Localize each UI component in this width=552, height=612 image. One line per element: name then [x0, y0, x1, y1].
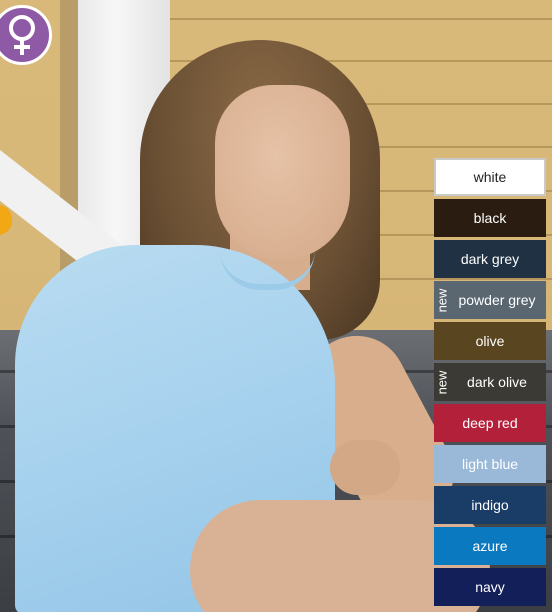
female-symbol-icon	[9, 15, 35, 55]
color-swatch-dark-olive[interactable]: new dark olive	[434, 363, 546, 401]
swatch-label: light blue	[461, 456, 519, 472]
swatch-label: indigo	[471, 497, 509, 513]
color-swatch-olive[interactable]: olive	[434, 322, 546, 360]
swatch-label: deep red	[462, 415, 518, 431]
new-badge: new	[434, 370, 450, 394]
swatch-label: olive	[475, 333, 505, 349]
color-swatch-dark-grey[interactable]: dark grey	[434, 240, 546, 278]
color-swatch-azure[interactable]: azure	[434, 527, 546, 565]
color-swatch-powder-grey[interactable]: new powder grey	[434, 281, 546, 319]
swatch-label: powder grey	[458, 292, 536, 308]
swatch-label: dark olive	[467, 374, 527, 390]
swatch-label: black	[473, 210, 507, 226]
color-swatch-indigo[interactable]: indigo	[434, 486, 546, 524]
color-swatch-black[interactable]: black	[434, 199, 546, 237]
color-swatch-list: white black dark grey new powder grey olive ne…	[434, 158, 546, 606]
color-swatch-deep-red[interactable]: deep red	[434, 404, 546, 442]
new-badge: new	[434, 288, 450, 312]
color-swatch-navy[interactable]: navy	[434, 568, 546, 606]
color-swatch-white[interactable]: white	[434, 158, 546, 196]
color-swatch-light-blue[interactable]: light blue	[434, 445, 546, 483]
swatch-label: azure	[472, 538, 508, 554]
swatch-label: dark grey	[460, 251, 520, 267]
swatch-label: navy	[475, 579, 505, 595]
swatch-label: white	[473, 169, 507, 185]
